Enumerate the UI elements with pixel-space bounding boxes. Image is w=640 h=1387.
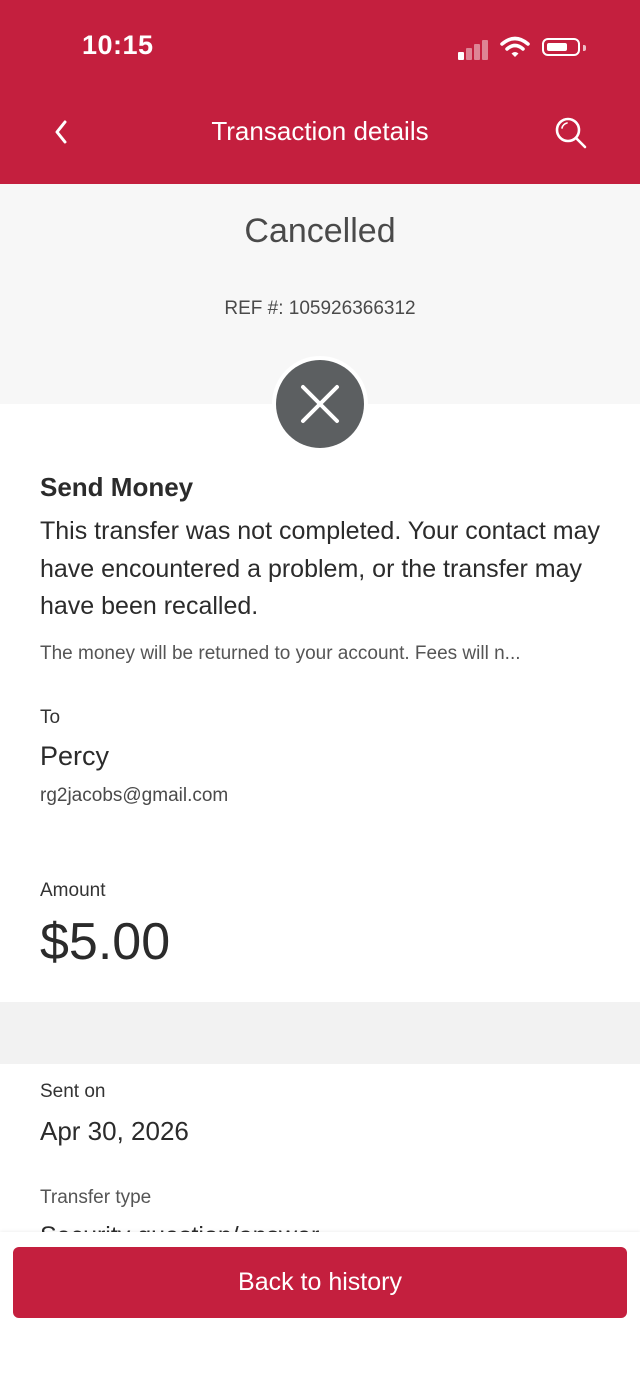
transaction-message: This transfer was not completed. Your co… bbox=[40, 517, 600, 620]
signal-bar-4 bbox=[482, 40, 488, 60]
status-bar-icons bbox=[458, 36, 588, 60]
battery-icon bbox=[542, 38, 580, 56]
reference-number: REF #: 105926366312 bbox=[224, 298, 416, 319]
recipient-email: rg2jacobs@gmail.com bbox=[40, 785, 229, 806]
search-icon bbox=[555, 117, 587, 149]
section-divider bbox=[0, 1002, 640, 1064]
transaction-status: Cancelled bbox=[244, 212, 396, 250]
search-button[interactable] bbox=[552, 114, 590, 152]
signal-bar-3 bbox=[474, 44, 480, 60]
transfer-type-label: Transfer type bbox=[40, 1187, 152, 1208]
sent-on-label: Sent on bbox=[40, 1081, 106, 1102]
amount-value: $5.00 bbox=[40, 913, 171, 971]
signal-bar-1 bbox=[458, 52, 464, 60]
back-to-history-button[interactable]: Back to history bbox=[13, 1247, 627, 1318]
wifi-icon bbox=[500, 36, 530, 57]
transaction-type-heading: Send Money bbox=[40, 472, 194, 502]
page-title: Transaction details bbox=[211, 116, 429, 146]
refund-note[interactable]: The money will be returned to your accou… bbox=[40, 643, 600, 665]
recipient-name: Percy bbox=[40, 741, 110, 771]
status-bar-time: 10:15 bbox=[82, 30, 154, 60]
sent-on-date: Apr 30, 2026 bbox=[40, 1116, 189, 1146]
close-icon bbox=[301, 385, 339, 423]
status-icon-badge bbox=[272, 356, 368, 452]
battery-cap bbox=[583, 45, 586, 51]
recipient-label: To bbox=[40, 707, 61, 728]
signal-bar-2 bbox=[466, 48, 472, 60]
app-header: 10:15 Transaction details bbox=[0, 0, 640, 184]
amount-label: Amount bbox=[40, 880, 106, 901]
